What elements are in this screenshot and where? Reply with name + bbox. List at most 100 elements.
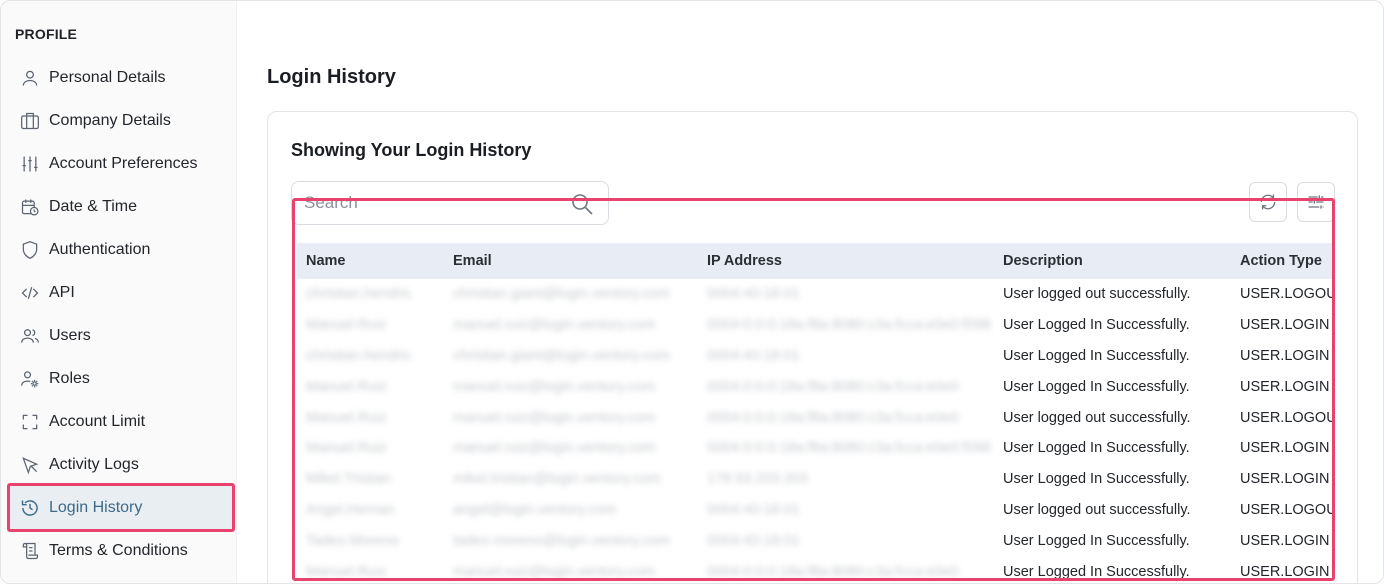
column-header-name[interactable]: Name bbox=[297, 243, 444, 279]
cell-ip-address: 0004:40:18:01 bbox=[707, 286, 800, 303]
cell-description: User logged out successfully. bbox=[1003, 409, 1191, 426]
briefcase-icon bbox=[19, 110, 41, 132]
cell-description: User Logged In Successfully. bbox=[1003, 440, 1190, 457]
sidebar-item-roles[interactable]: Roles bbox=[7, 357, 235, 400]
cell-name: Tadeo.Moreno bbox=[306, 532, 399, 549]
cell-name: Angel.Hernan bbox=[306, 501, 395, 518]
sidebar-item-api[interactable]: API bbox=[7, 271, 235, 314]
cell-action-type: USER.LOGIN bbox=[1240, 563, 1330, 580]
sidebar-item-label: Authentication bbox=[49, 240, 151, 258]
table-row[interactable]: Manuel.Ruiz manuel.ruiz@login.ventory.co… bbox=[297, 371, 1332, 402]
sidebar-item-terms-conditions[interactable]: Terms & Conditions bbox=[7, 529, 235, 572]
cell-description: User Logged In Successfully. bbox=[1003, 471, 1190, 488]
cell-name: Manuel.Ruiz bbox=[306, 563, 387, 580]
sidebar-item-login-history[interactable]: Login History bbox=[7, 483, 235, 532]
cell-email: mikel.tristian@login.ventory.com bbox=[453, 471, 661, 488]
cell-action-type: USER.LOGOUT bbox=[1240, 286, 1332, 303]
cell-email: manuel.ruiz@login.ventory.com bbox=[453, 409, 656, 426]
sidebar-item-account-limit[interactable]: Account Limit bbox=[7, 400, 235, 443]
cell-name: Manuel.Ruiz bbox=[306, 440, 387, 457]
cell-action-type: USER.LOGIN bbox=[1240, 532, 1330, 549]
search-input[interactable] bbox=[304, 191, 554, 215]
table-row[interactable]: christian.hendric christian.giant@login.… bbox=[297, 279, 1332, 310]
search-box bbox=[291, 181, 609, 225]
cell-email: angel@login.ventory.com bbox=[453, 501, 616, 518]
column-header-description[interactable]: Description bbox=[994, 243, 1231, 279]
cell-action-type: USER.LOGIN bbox=[1240, 347, 1330, 364]
cell-action-type: USER.LOGOUT bbox=[1240, 409, 1332, 426]
table-row[interactable]: Mikel.Tristian mikel.tristian@login.vent… bbox=[297, 464, 1332, 495]
cell-description: User logged out successfully. bbox=[1003, 286, 1191, 303]
sidebar-heading: PROFILE bbox=[15, 26, 78, 42]
shield-icon bbox=[19, 239, 41, 261]
cell-email: manuel.ruiz@login.ventory.com bbox=[453, 440, 656, 457]
table-row[interactable]: Manuel.Ruiz manuel.ruiz@login.ventory.co… bbox=[297, 433, 1332, 464]
cell-ip-address: 0004:40:18:01 bbox=[707, 501, 800, 518]
sidebar-item-label: Date & Time bbox=[49, 197, 138, 215]
table-row[interactable]: christian.hendric christian.giant@login.… bbox=[297, 341, 1332, 372]
column-header-email[interactable]: Email bbox=[444, 243, 698, 279]
cell-ip-address: 0004:0:0:0:18a:f8a:8080:c3a:fcca:e0e0 bbox=[707, 409, 959, 426]
cursor-icon bbox=[19, 454, 41, 476]
sidebar-nav: Personal Details Company Details Account… bbox=[7, 56, 235, 572]
table-row[interactable]: Angel.Hernan angel@login.ventory.com 000… bbox=[297, 495, 1332, 526]
sidebar-item-company-details[interactable]: Company Details bbox=[7, 99, 235, 142]
sidebar-item-date-time[interactable]: Date & Time bbox=[7, 185, 235, 228]
cell-ip-address: 0004:0:0:0:18a:f8a:8080:c3a:fcca:e0e0:f0… bbox=[707, 317, 991, 334]
sidebar-item-label: Account Limit bbox=[49, 412, 146, 430]
sidebar-item-label: Users bbox=[49, 326, 91, 344]
cell-email: tadeo.moreno@login.ventory.com bbox=[453, 532, 670, 549]
cell-name: christian.hendric bbox=[306, 347, 412, 364]
cell-name: Manuel.Ruiz bbox=[306, 378, 387, 395]
cell-ip-address: 0004:0:0:0:18a:f8a:8080:c3a:fcca:e0e0 bbox=[707, 378, 959, 395]
sidebar-item-authentication[interactable]: Authentication bbox=[7, 228, 235, 271]
cell-name: christian.hendric bbox=[306, 286, 412, 303]
adjustments-icon bbox=[1306, 192, 1326, 212]
history-icon bbox=[19, 497, 41, 519]
column-header-ip-address[interactable]: IP Address bbox=[698, 243, 994, 279]
column-header-action-type[interactable]: Action Type bbox=[1231, 243, 1332, 279]
scroll-icon bbox=[19, 540, 41, 562]
table-row[interactable]: Manuel.Ruiz manuel.ruiz@login.ventory.co… bbox=[297, 402, 1332, 433]
cell-ip-address: 0004:0:0:0:18a:f8a:8080:c3a:fcca:e0e0:f0… bbox=[707, 440, 991, 457]
user-gear-icon bbox=[19, 368, 41, 390]
column-settings-button[interactable] bbox=[1297, 182, 1335, 222]
frame-corners-icon bbox=[19, 411, 41, 433]
cell-email: christian.giant@login.ventory.com bbox=[453, 347, 670, 364]
cell-email: manuel.ruiz@login.ventory.com bbox=[453, 378, 656, 395]
sidebar-item-label: Account Preferences bbox=[49, 154, 198, 172]
refresh-button[interactable] bbox=[1249, 182, 1287, 222]
search-icon[interactable] bbox=[570, 192, 594, 216]
cell-action-type: USER.LOGIN bbox=[1240, 317, 1330, 334]
card-title: Showing Your Login History bbox=[291, 140, 532, 160]
sidebar-item-personal-details[interactable]: Personal Details bbox=[7, 56, 235, 99]
cell-name: Manuel.Ruiz bbox=[306, 317, 387, 334]
cell-email: manuel.ruiz@login.ventory.com bbox=[453, 317, 656, 334]
cell-description: User Logged In Successfully. bbox=[1003, 317, 1190, 334]
cell-action-type: USER.LOGIN bbox=[1240, 471, 1330, 488]
calendar-clock-icon bbox=[19, 196, 41, 218]
table-row[interactable]: Manuel.Ruiz manuel.ruiz@login.ventory.co… bbox=[297, 556, 1332, 581]
login-history-card: Showing Your Login History Name Email IP… bbox=[267, 111, 1358, 583]
cell-name: Mikel.Tristian bbox=[306, 471, 391, 488]
cell-description: User Logged In Successfully. bbox=[1003, 563, 1190, 580]
sidebar-item-account-preferences[interactable]: Account Preferences bbox=[7, 142, 235, 185]
sidebar-item-label: Roles bbox=[49, 369, 90, 387]
login-history-table: Name Email IP Address Description Action… bbox=[297, 243, 1332, 581]
cell-description: User Logged In Successfully. bbox=[1003, 378, 1190, 395]
sidebar-item-activity-logs[interactable]: Activity Logs bbox=[7, 443, 235, 486]
table-body: christian.hendric christian.giant@login.… bbox=[297, 279, 1332, 581]
cell-ip-address: 0004:40:18:01 bbox=[707, 347, 800, 364]
cell-email: manuel.ruiz@login.ventory.com bbox=[453, 563, 656, 580]
table-header-row: Name Email IP Address Description Action… bbox=[297, 243, 1332, 279]
users-icon bbox=[19, 325, 41, 347]
table-row[interactable]: Manuel.Ruiz manuel.ruiz@login.ventory.co… bbox=[297, 310, 1332, 341]
sidebar-item-users[interactable]: Users bbox=[7, 314, 235, 357]
table-row[interactable]: Tadeo.Moreno tadeo.moreno@login.ventory.… bbox=[297, 525, 1332, 556]
cell-description: User Logged In Successfully. bbox=[1003, 347, 1190, 364]
sidebar-item-label: Terms & Conditions bbox=[49, 541, 188, 559]
cell-action-type: USER.LOGIN bbox=[1240, 378, 1330, 395]
cell-action-type: USER.LOGIN bbox=[1240, 440, 1330, 457]
code-icon bbox=[19, 282, 41, 304]
cell-description: User logged out successfully. bbox=[1003, 501, 1191, 518]
